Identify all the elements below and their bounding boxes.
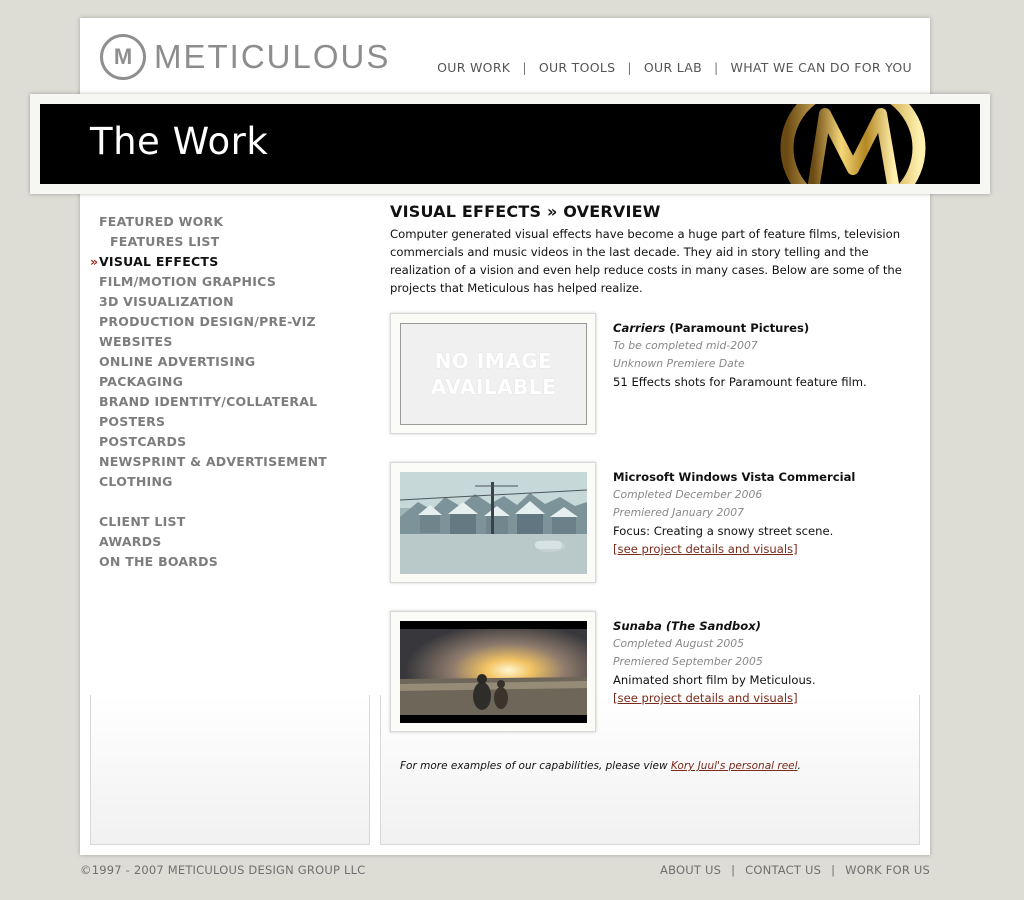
project-thumbnail-frame[interactable] [390,611,596,732]
project-title: Microsoft Windows Vista Commercial [613,470,856,484]
project-card-carriers: NO IMAGE AVAILABLE Carriers (Paramount P… [390,313,915,462]
sidebar-item-client-list[interactable]: CLIENT LIST [99,512,327,532]
project-meta: Microsoft Windows Vista Commercial Compl… [613,468,913,558]
top-navigation: OUR WORK | OUR TOOLS | OUR LAB | WHAT WE… [437,60,912,75]
gold-m-logo-icon [780,104,926,184]
project-description: Animated short film by Meticulous. [613,673,816,687]
project-thumbnail-frame[interactable]: NO IMAGE AVAILABLE [390,313,596,434]
project-details-link[interactable]: [see project details and visuals] [613,691,798,705]
project-completion: Completed August 2005 [613,637,745,650]
personal-reel-link[interactable]: Kory Juul's personal reel [671,760,798,772]
sidebar-item-packaging[interactable]: PACKAGING [99,372,327,392]
sidebar-item-online-advertising[interactable]: ONLINE ADVERTISING [99,352,327,372]
more-examples-suffix: . [797,760,801,772]
project-premiere: Premiered January 2007 [613,506,744,519]
sandbox-image [400,621,587,723]
main-content: VISUAL EFFECTS » OVERVIEW Computer gener… [390,202,915,760]
sidebar-item-visual-effects[interactable]: VISUAL EFFECTS [90,252,327,272]
logo-text: METICULOUS [154,38,391,75]
project-premiere: Unknown Premiere Date [613,357,745,370]
project-details-link[interactable]: [see project details and visuals] [613,542,798,556]
sidebar-panel [90,695,370,845]
nav-separator: | [627,60,632,75]
sidebar-item-websites[interactable]: WEBSITES [99,332,327,352]
project-description: 51 Effects shots for Paramount feature f… [613,375,867,389]
sidebar-item-posters[interactable]: POSTERS [99,412,327,432]
sidebar-item-film-motion-graphics[interactable]: FILM/MOTION GRAPHICS [99,272,327,292]
sidebar-item-production-design[interactable]: PRODUCTION DESIGN/PRE-VIZ [99,312,327,332]
banner-title: The Work [90,120,269,163]
project-title-italic: Carriers [613,321,666,335]
sidebar-item-clothing[interactable]: CLOTHING [99,472,327,492]
nav-separator: | [714,60,719,75]
project-card-sunaba: Sunaba (The Sandbox) Completed August 20… [390,611,915,760]
page-title: VISUAL EFFECTS » OVERVIEW [390,202,661,221]
intro-text: Computer generated visual effects have b… [390,227,902,295]
snowy-street-image [400,472,587,574]
no-image-placeholder: NO IMAGE AVAILABLE [400,323,587,425]
footer-separator: | [731,863,736,877]
copyright-text: ©1997 - 2007 METICULOUS DESIGN GROUP LLC [80,863,366,877]
project-meta: Carriers (Paramount Pictures) To be comp… [613,319,913,391]
project-card-vista: Microsoft Windows Vista Commercial Compl… [390,462,915,611]
sidebar-item-featured-work[interactable]: FEATURED WORK [99,212,327,232]
nav-our-lab[interactable]: OUR LAB [644,60,702,75]
nav-separator: | [522,60,527,75]
footer-link-contact-us[interactable]: CONTACT US [745,863,821,877]
sidebar-item-3d-visualization[interactable]: 3D VISUALIZATION [99,292,327,312]
project-completion: To be completed mid-2007 [613,339,758,352]
more-examples-text: For more examples of our capabilities, p… [400,760,801,772]
project-description: Focus: Creating a snowy street scene. [613,524,834,538]
sidebar-item-features-list[interactable]: FEATURES LIST [99,232,327,252]
sidebar-item-on-the-boards[interactable]: ON THE BOARDS [99,552,327,572]
project-title: Sunaba (The Sandbox) [613,617,913,635]
project-title: Carriers (Paramount Pictures) [613,319,913,337]
footer-separator: | [831,863,836,877]
nav-our-work[interactable]: OUR WORK [437,60,510,75]
footer-link-about-us[interactable]: ABOUT US [660,863,721,877]
project-title-rest: (Paramount Pictures) [665,321,810,335]
sidebar-item-awards[interactable]: AWARDS [99,532,327,552]
nav-our-tools[interactable]: OUR TOOLS [539,60,616,75]
footer-link-work-for-us[interactable]: WORK FOR US [845,863,930,877]
logo[interactable]: M METICULOUS [100,34,390,80]
sidebar-item-postcards[interactable]: POSTCARDS [99,432,327,452]
footer-links: ABOUT US | CONTACT US | WORK FOR US [660,863,930,877]
project-title-italic: Sunaba (The Sandbox) [613,619,761,633]
project-premiere: Premiered September 2005 [613,655,763,668]
more-examples-prefix: For more examples of our capabilities, p… [400,760,671,772]
section-sidebar: FEATURED WORK FEATURES LIST VISUAL EFFEC… [90,212,327,572]
section-banner-frame: The Work [30,94,990,194]
project-thumbnail-frame[interactable] [390,462,596,583]
sidebar-item-newsprint[interactable]: NEWSPRINT & ADVERTISEMENT [99,452,327,472]
project-completion: Completed December 2006 [613,488,763,501]
project-meta: Sunaba (The Sandbox) Completed August 20… [613,617,913,707]
section-banner: The Work [40,104,980,184]
logo-mark-icon: M [100,34,146,80]
nav-what-we-can-do[interactable]: WHAT WE CAN DO FOR YOU [731,60,912,75]
sidebar-item-brand-identity[interactable]: BRAND IDENTITY/COLLATERAL [99,392,327,412]
